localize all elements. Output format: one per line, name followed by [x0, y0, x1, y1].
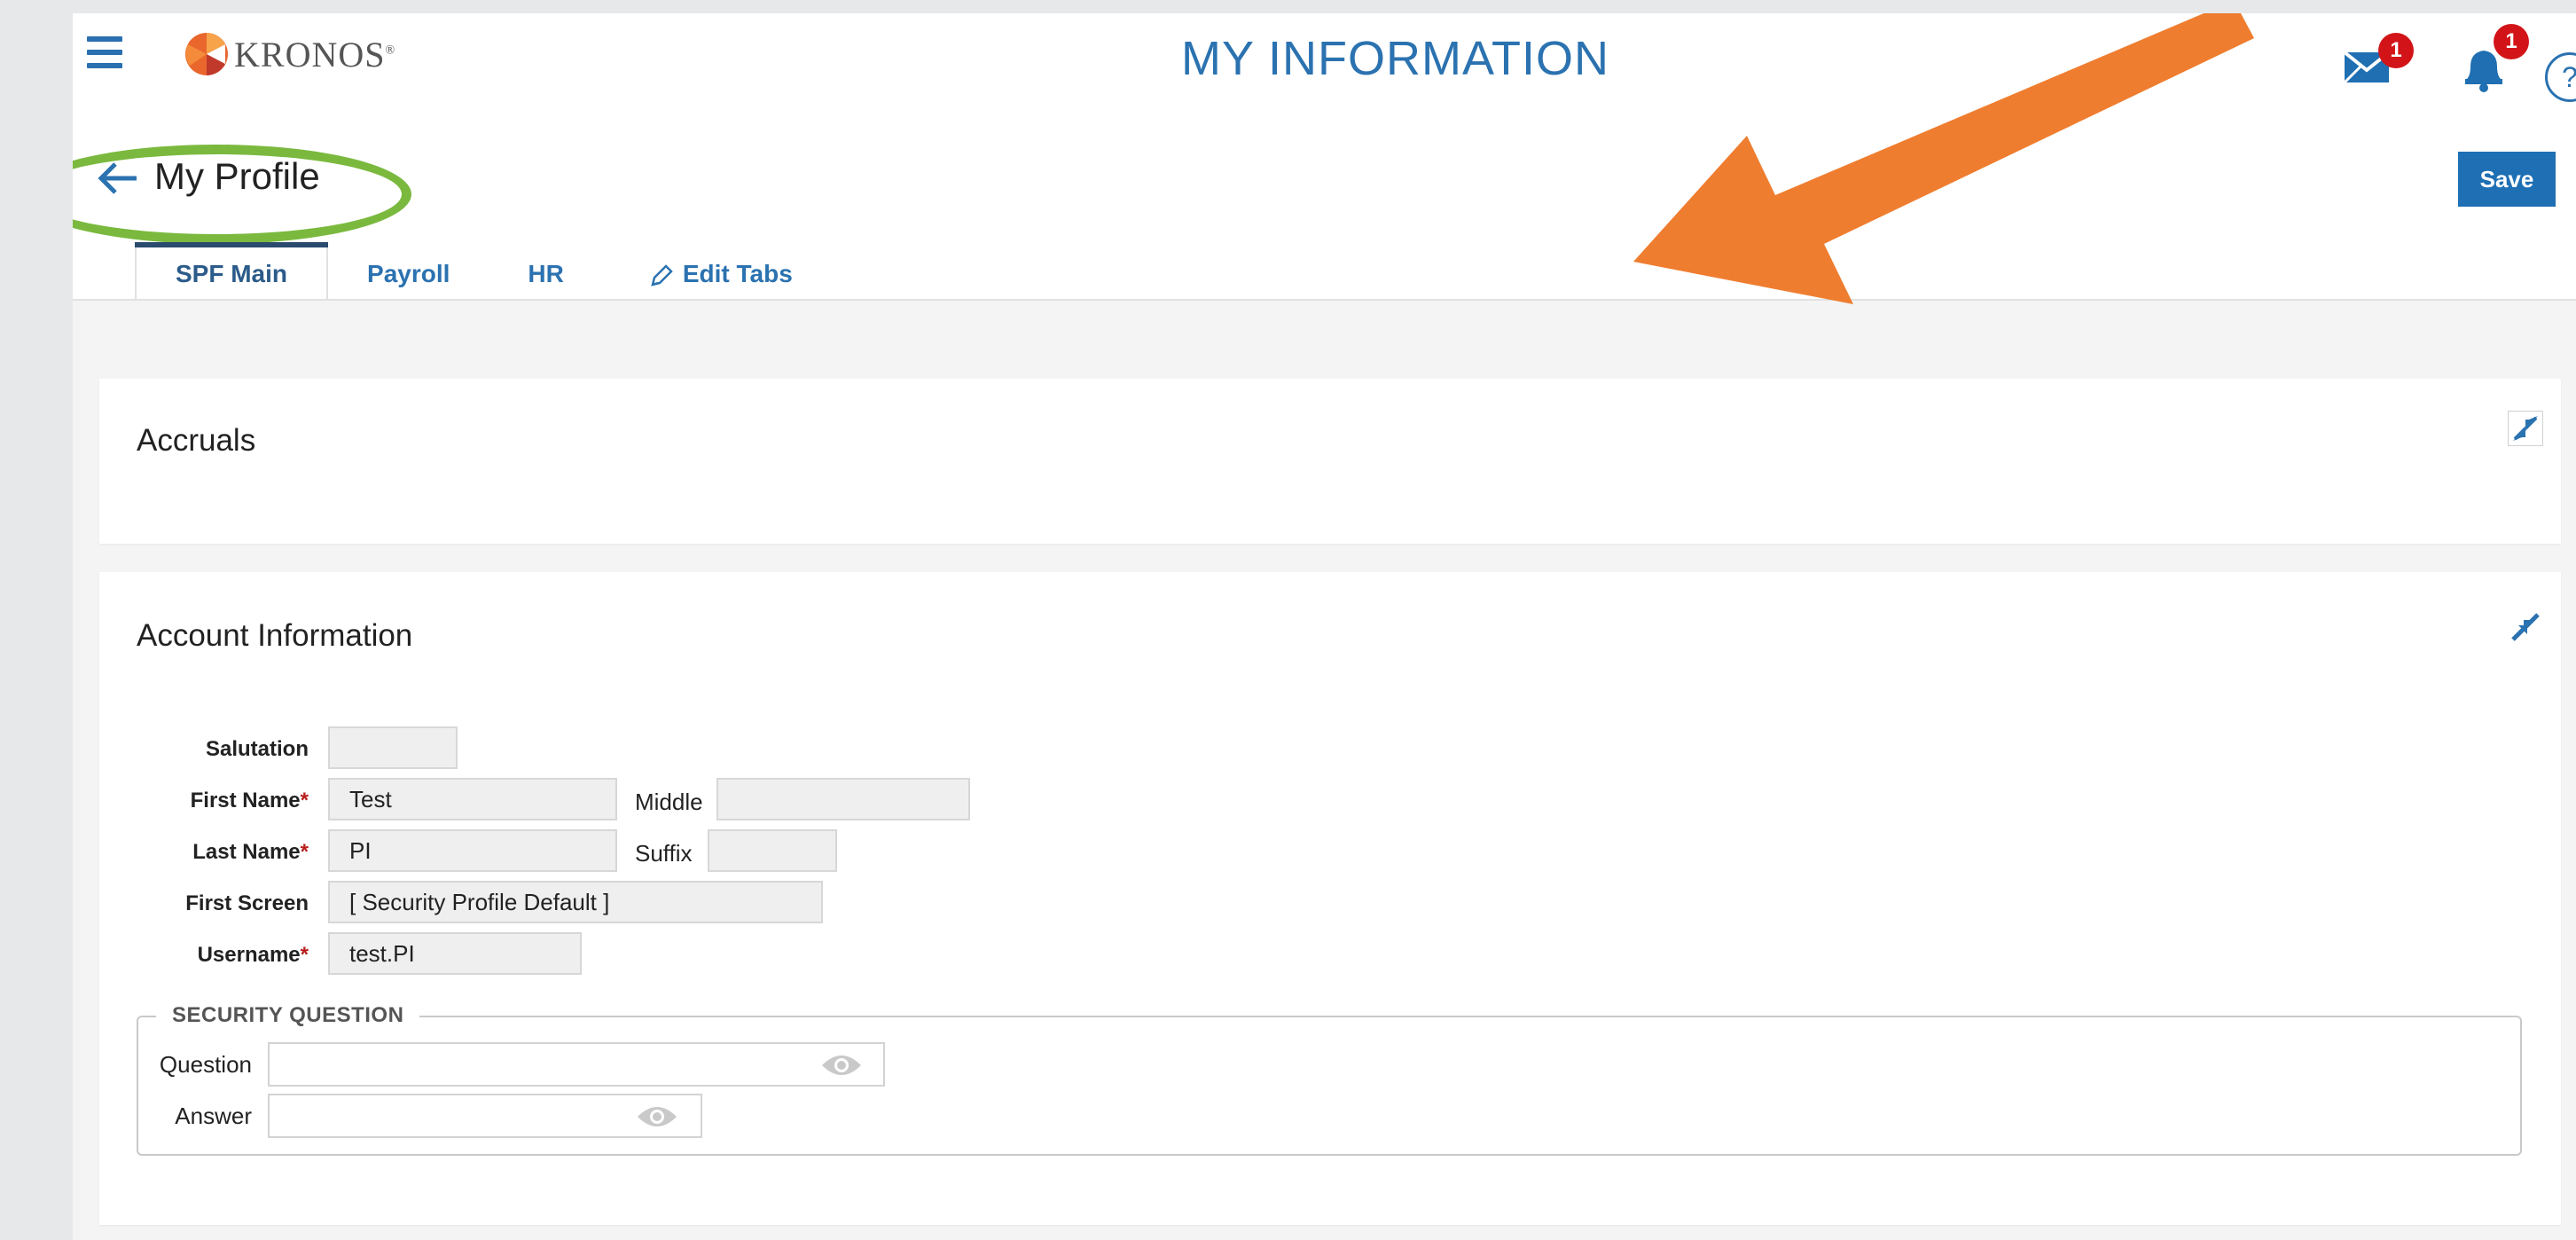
username-field[interactable]: [328, 932, 582, 975]
middle-label: Middle: [635, 789, 703, 815]
suffix-field[interactable]: [708, 829, 837, 872]
security-question-group: SECURITY QUESTION Question Answer: [137, 1003, 2522, 1156]
kronos-logo-text: KRONOS®: [234, 34, 396, 75]
account-information-card: Account Information Salutation First Nam…: [99, 572, 2561, 1225]
save-button[interactable]: Save: [2458, 152, 2556, 207]
hamburger-menu-icon[interactable]: [87, 36, 122, 72]
bell-badge: 1: [2494, 24, 2529, 59]
salutation-field[interactable]: [328, 726, 458, 769]
question-label: Question: [159, 1051, 252, 1078]
first-name-field[interactable]: [328, 778, 617, 820]
app-window: KRONOS® MY INFORMATION 1 1 ? My Profile: [73, 13, 2576, 1240]
username-label: Username*: [197, 943, 309, 967]
tab-spf-main[interactable]: SPF Main: [135, 242, 329, 299]
middle-name-field[interactable]: [716, 778, 970, 820]
salutation-label: Salutation: [205, 737, 309, 761]
first-screen-field[interactable]: [328, 881, 823, 923]
pencil-icon: [651, 264, 673, 286]
mail-badge: 1: [2378, 33, 2414, 68]
bell-icon[interactable]: 1: [2458, 24, 2529, 93]
kronos-logo-mark-icon: [185, 33, 228, 75]
tab-payroll[interactable]: Payroll: [328, 242, 489, 299]
security-question-legend: SECURITY QUESTION: [156, 1003, 420, 1028]
edit-tabs-button[interactable]: Edit Tabs: [603, 242, 832, 299]
account-information-title: Account Information: [137, 618, 413, 653]
accruals-card: Accruals: [99, 379, 2561, 544]
answer-label: Answer: [175, 1103, 252, 1129]
question-field[interactable]: [268, 1042, 885, 1087]
kronos-logo[interactable]: KRONOS®: [183, 31, 395, 77]
mail-icon[interactable]: 1: [2343, 33, 2414, 86]
last-name-label: Last Name*: [192, 840, 309, 864]
answer-field[interactable]: [268, 1094, 702, 1138]
suffix-label: Suffix: [635, 840, 693, 867]
orange-annotation-arrow: [1633, 13, 2254, 304]
collapse-icon[interactable]: [2508, 411, 2543, 446]
collapse-icon[interactable]: [2508, 609, 2543, 645]
first-name-label: First Name*: [190, 789, 309, 812]
page-title: MY INFORMATION: [1181, 32, 1609, 85]
tab-hr[interactable]: HR: [489, 242, 602, 299]
help-icon[interactable]: ?: [2545, 52, 2576, 102]
eye-icon[interactable]: [635, 1103, 679, 1131]
last-name-field[interactable]: [328, 829, 617, 872]
profile-tabs: SPF Main Payroll HR Edit Tabs: [135, 242, 832, 299]
accruals-title: Accruals: [137, 423, 256, 458]
green-highlight-ellipse: [73, 145, 411, 244]
first-screen-label: First Screen: [185, 891, 309, 915]
edit-tabs-label: Edit Tabs: [682, 260, 793, 287]
eye-icon[interactable]: [819, 1051, 864, 1079]
